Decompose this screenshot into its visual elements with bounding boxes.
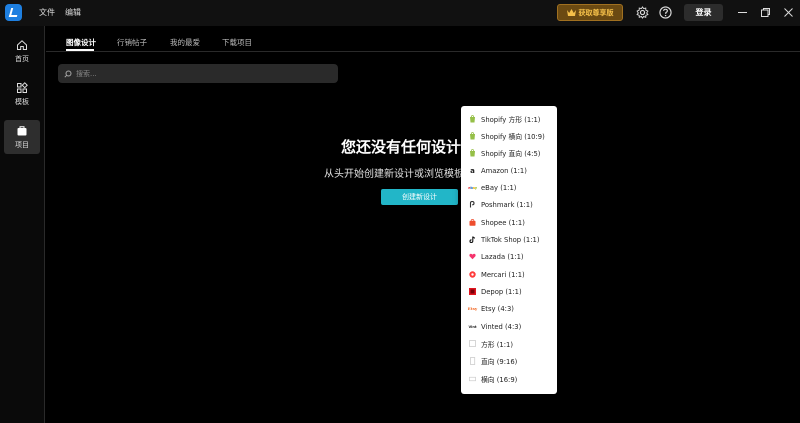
- dropdown-item-label: Lazada (1:1): [481, 252, 524, 261]
- briefcase-icon: [17, 125, 27, 135]
- dropdown-item-label: Etsy (4:3): [481, 304, 514, 313]
- dropdown-item-depop[interactable]: Depop (1:1): [461, 283, 557, 300]
- tab-divider: [46, 51, 800, 52]
- gear-icon[interactable]: [636, 6, 649, 19]
- tab-favorites[interactable]: 我的最爱: [170, 37, 200, 48]
- dropdown-item-label: Shopify 横向 (10:9): [481, 132, 545, 141]
- empty-state-title: 您还没有任何设计: [341, 138, 462, 156]
- get-premium-button[interactable]: 获取尊享版: [557, 4, 623, 21]
- restore-icon[interactable]: [760, 7, 771, 18]
- dropdown-item-label: Amazon (1:1): [481, 166, 527, 175]
- menu-file[interactable]: 文件: [39, 7, 55, 18]
- dropdown-item-label: Vinted (4:3): [481, 322, 522, 331]
- crown-icon: [566, 9, 576, 16]
- size-preset-dropdown: Shopify 方形 (1:1) Shopify 横向 (10:9) Shopi…: [461, 106, 557, 394]
- shopify-icon: [469, 131, 476, 139]
- grid-icon: [17, 81, 28, 93]
- dropdown-item-portrait[interactable]: 直向 (9:16): [461, 352, 557, 369]
- dropdown-item-label: eBay (1:1): [481, 183, 517, 192]
- sidebar-item-projects[interactable]: 项目: [4, 120, 40, 154]
- lazada-icon: [469, 253, 476, 260]
- dropdown-item-etsy[interactable]: Etsy Etsy (4:3): [461, 300, 557, 317]
- search-input[interactable]: [76, 69, 316, 78]
- dropdown-item-vinted[interactable]: Vint Vinted (4:3): [461, 318, 557, 335]
- title-bar: 文件 编辑 获取尊享版 登录: [0, 0, 800, 26]
- depop-icon: [469, 288, 476, 295]
- close-icon[interactable]: [783, 7, 794, 18]
- dropdown-item-poshmark[interactable]: Poshmark (1:1): [461, 196, 557, 213]
- dropdown-item-shopee[interactable]: Shopee (1:1): [461, 214, 557, 231]
- ebay-icon: ebay: [468, 185, 477, 190]
- help-icon[interactable]: [659, 6, 672, 19]
- dropdown-item-label: Mercari (1:1): [481, 270, 525, 279]
- sidebar-item-label: 首页: [15, 54, 29, 63]
- dropdown-item-square[interactable]: 方形 (1:1): [461, 335, 557, 352]
- tab-image-design[interactable]: 图像设计: [66, 37, 96, 48]
- dropdown-item-label: Shopify 方形 (1:1): [481, 115, 541, 124]
- shopify-icon: [469, 148, 476, 156]
- sidebar-item-label: 项目: [15, 140, 29, 149]
- dropdown-item-label: 直向 (9:16): [481, 357, 518, 366]
- sidebar-item-templates[interactable]: 模板: [4, 77, 40, 111]
- etsy-icon: Etsy: [467, 306, 478, 311]
- dropdown-item-landscape[interactable]: 横向 (16:9): [461, 370, 557, 387]
- sidebar-item-label: 模板: [15, 97, 29, 106]
- dropdown-item-ebay[interactable]: ebay eBay (1:1): [461, 179, 557, 196]
- dropdown-item-label: 方形 (1:1): [481, 340, 513, 349]
- empty-state-subtitle: 从头开始创建新设计或浏览模板: [324, 169, 464, 180]
- dropdown-item-label: Shopee (1:1): [481, 218, 525, 227]
- dropdown-item-label: Shopify 直向 (4:5): [481, 149, 541, 158]
- tab-marketing-posts[interactable]: 行销帖子: [117, 37, 147, 48]
- get-premium-label: 获取尊享版: [578, 8, 614, 17]
- minimize-icon[interactable]: [737, 7, 748, 18]
- create-new-design-button[interactable]: 创建新设计: [381, 189, 458, 205]
- dropdown-item-lazada[interactable]: Lazada (1:1): [461, 248, 557, 265]
- dropdown-item-amazon[interactable]: a Amazon (1:1): [461, 162, 557, 179]
- app-logo: [5, 4, 22, 21]
- dropdown-item-tiktok-shop[interactable]: TikTok Shop (1:1): [461, 231, 557, 248]
- dropdown-item-label: Poshmark (1:1): [481, 200, 533, 209]
- dropdown-item-mercari[interactable]: Mercari (1:1): [461, 266, 557, 283]
- dropdown-item-label: Depop (1:1): [481, 287, 522, 296]
- dropdown-item-shopify-landscape[interactable]: Shopify 横向 (10:9): [461, 127, 557, 144]
- dropdown-item-label: TikTok Shop (1:1): [481, 235, 540, 244]
- login-button[interactable]: 登录: [684, 4, 723, 21]
- dropdown-item-shopify-portrait[interactable]: Shopify 直向 (4:5): [461, 144, 557, 161]
- landscape-outline-icon: [469, 375, 476, 382]
- shopify-icon: [469, 114, 476, 122]
- tab-downloads[interactable]: 下载项目: [222, 37, 252, 48]
- vinted-icon: Vint: [468, 324, 477, 329]
- sidebar: 首页 模板 项目: [0, 26, 45, 423]
- shopee-icon: [469, 219, 476, 226]
- sidebar-item-home[interactable]: 首页: [4, 34, 40, 68]
- search-box[interactable]: [58, 64, 338, 83]
- mercari-icon: [469, 271, 476, 278]
- amazon-icon: a: [470, 166, 475, 175]
- portrait-outline-icon: [469, 356, 476, 365]
- search-icon: [64, 70, 72, 78]
- square-outline-icon: [469, 340, 476, 347]
- tiktok-icon: [469, 236, 476, 243]
- dropdown-item-shopify-square[interactable]: Shopify 方形 (1:1): [461, 110, 557, 127]
- dropdown-item-label: 横向 (16:9): [481, 375, 518, 384]
- poshmark-icon: [469, 201, 476, 208]
- home-icon: [17, 39, 27, 50]
- menu-edit[interactable]: 编辑: [65, 7, 81, 18]
